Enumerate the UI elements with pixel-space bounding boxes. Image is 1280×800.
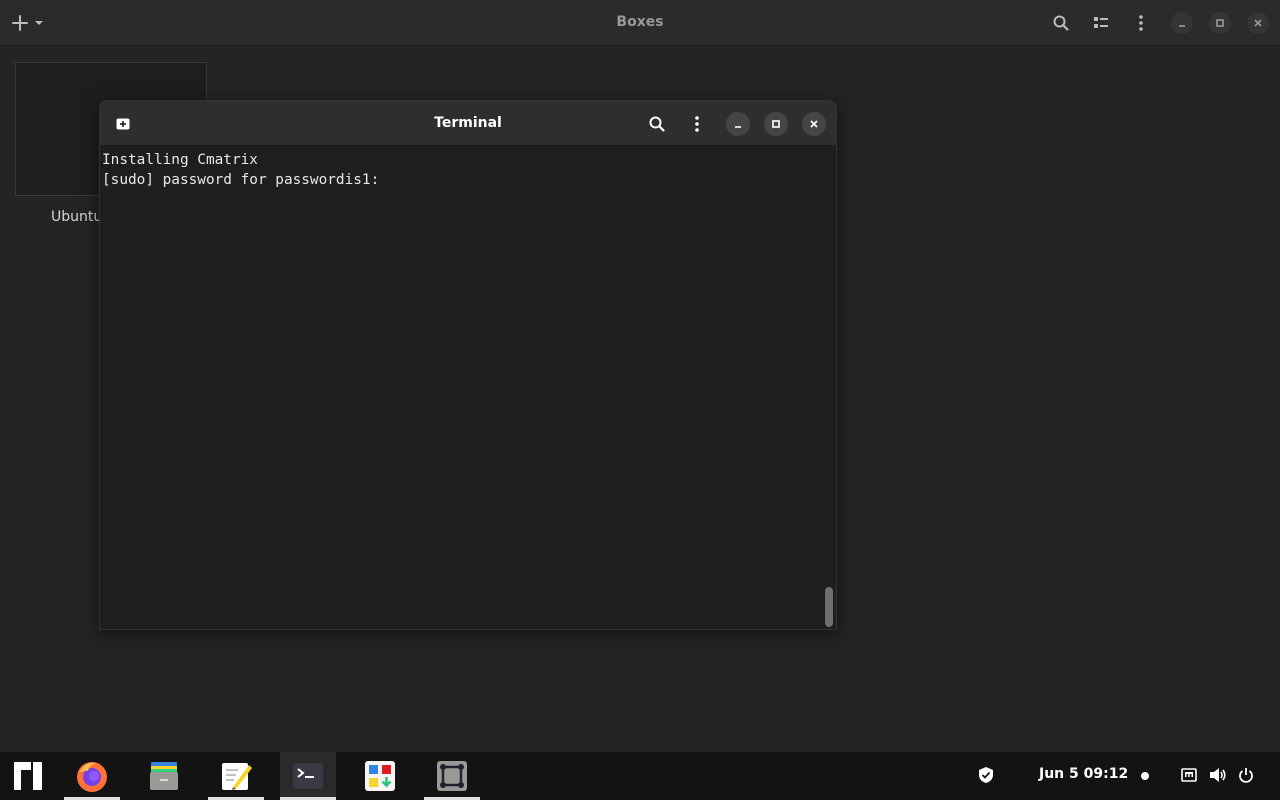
close-icon: [810, 120, 818, 128]
boxes-search-button[interactable]: [1049, 11, 1073, 35]
list-view-icon: [1094, 17, 1108, 28]
software-center-icon: [365, 761, 395, 791]
search-icon: [649, 116, 665, 132]
ethernet-icon: [1181, 768, 1197, 782]
close-icon: [1254, 19, 1262, 27]
volume-icon: [1210, 768, 1226, 782]
firefox-icon: [77, 762, 107, 792]
app-menu-button[interactable]: [0, 752, 56, 800]
taskbar-software[interactable]: [352, 752, 408, 800]
power-icon: [1239, 768, 1253, 783]
search-icon: [1053, 15, 1069, 31]
notification-dot: [1141, 772, 1149, 780]
boxes-window-title: Boxes: [616, 14, 664, 30]
view-toggle-button[interactable]: [1089, 11, 1113, 35]
boxes-header-bar: Boxes: [0, 0, 1280, 46]
security-tray-button[interactable]: [976, 764, 996, 786]
terminal-close-button[interactable]: [802, 112, 826, 136]
boxes-close-button[interactable]: [1247, 12, 1269, 34]
text-editor-icon: [222, 763, 252, 790]
kebab-menu-icon: [1139, 15, 1143, 31]
taskbar-boxes[interactable]: [424, 752, 480, 800]
vm-name-label: Ubuntu: [51, 209, 103, 225]
shield-icon: [979, 767, 993, 783]
boxes-maximize-button[interactable]: [1209, 12, 1231, 34]
file-manager-icon: [150, 762, 178, 790]
terminal-line: [sudo] password for passwordis1:: [102, 172, 380, 188]
terminal-menu-button[interactable]: [684, 111, 710, 137]
volume-tray-button[interactable]: [1208, 764, 1228, 786]
maximize-icon: [1216, 19, 1224, 27]
minimize-icon: [1179, 25, 1185, 27]
kebab-menu-icon: [695, 116, 699, 132]
network-tray-button[interactable]: [1179, 764, 1199, 786]
minimize-icon: [735, 126, 741, 128]
boxes-app-icon: [437, 761, 467, 791]
terminal-maximize-button[interactable]: [764, 112, 788, 136]
terminal-window: Terminal Installing Cmatrix [sudo] passw…: [99, 100, 837, 630]
terminal-search-button[interactable]: [644, 111, 670, 137]
taskbar-firefox[interactable]: [64, 752, 120, 800]
clock[interactable]: Jun 5 09:12: [1039, 766, 1128, 782]
terminal-minimize-button[interactable]: [726, 112, 750, 136]
terminal-header-bar: Terminal: [100, 101, 836, 146]
maximize-icon: [772, 120, 780, 128]
boxes-menu-button[interactable]: [1129, 11, 1153, 35]
taskbar-text-editor[interactable]: [208, 752, 264, 800]
terminal-line: Installing Cmatrix: [102, 152, 258, 168]
terminal-output[interactable]: Installing Cmatrix [sudo] password for pa…: [100, 147, 836, 629]
terminal-icon: [293, 763, 323, 789]
manjaro-logo-icon: [14, 762, 42, 790]
power-tray-button[interactable]: [1236, 764, 1256, 786]
taskbar-files[interactable]: [136, 752, 192, 800]
taskbar-terminal[interactable]: [280, 752, 336, 800]
terminal-scrollbar[interactable]: [825, 587, 833, 627]
boxes-minimize-button[interactable]: [1171, 12, 1193, 34]
